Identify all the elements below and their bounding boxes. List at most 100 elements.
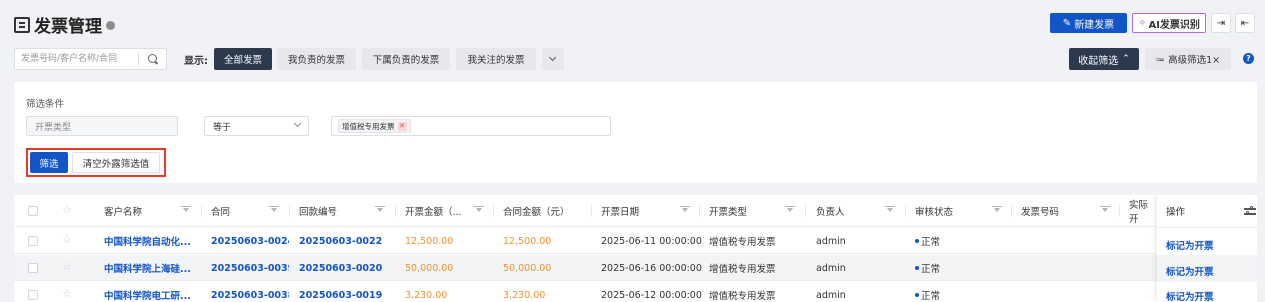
customer-name-link[interactable]: 中国科学院上海硅... <box>104 255 199 281</box>
contract-link[interactable]: 20250603-0024... <box>211 228 289 254</box>
review-status: 正常 <box>915 255 940 281</box>
filter-operator-select[interactable]: 等于 <box>204 116 309 136</box>
column-divider <box>905 205 906 217</box>
column-filter-icon[interactable] <box>785 206 795 212</box>
chevron-down-icon <box>548 53 557 62</box>
column-invoice-no[interactable]: 发票号码 <box>1021 195 1059 227</box>
review-status: 正常 <box>915 282 940 302</box>
column-invoice-date[interactable]: 开票日期 <box>601 195 639 227</box>
help-circle-icon[interactable]: ? <box>1243 53 1254 64</box>
invoice-date: 2025-06-12 00:00:00 <box>601 289 702 301</box>
payment-no-link[interactable]: 20250603-0022 <box>299 228 394 254</box>
tab-my-invoices[interactable]: 我负责的发票 <box>277 48 356 70</box>
review-status: 正常 <box>915 228 940 254</box>
export-icon[interactable]: ⇤ <box>1235 13 1255 33</box>
filter-icon: ⩴ <box>1155 53 1165 65</box>
column-payment-no[interactable]: 回款编号 <box>299 195 337 227</box>
column-divider <box>1011 205 1012 217</box>
column-divider <box>493 205 494 217</box>
table-header: ☆ 客户名称 合同 回款编号 开票金额（... 合同金额（元） 开票日期 开票类… <box>14 195 1257 227</box>
column-filter-icon[interactable] <box>885 206 895 212</box>
star-icon[interactable]: ☆ <box>62 287 72 300</box>
invoice-date: 2025-06-16 00:00:00 <box>601 262 702 274</box>
page-header: 发票管理 ✎ 新建发票 ✧ AI发票识别 ⇥ ⇤ <box>0 0 1265 44</box>
collapse-filter-button[interactable]: 收起筛选 ⌃ <box>1069 48 1139 70</box>
tab-all-invoices[interactable]: 全部发票 <box>214 48 272 70</box>
filter-value-input[interactable]: 增值税专用发票 ✕ <box>331 116 611 136</box>
column-divider <box>591 205 592 217</box>
row-checkbox[interactable] <box>28 236 38 246</box>
mark-invoiced-link[interactable]: 标记为开票 <box>1166 283 1214 302</box>
payment-no-link[interactable]: 20250603-0019 <box>299 282 394 302</box>
search-icon[interactable] <box>148 54 157 63</box>
search-input[interactable] <box>15 49 137 69</box>
status-dot-icon <box>915 293 919 297</box>
tab-subordinate-invoices[interactable]: 下属负责的发票 <box>362 48 450 70</box>
payment-no-link[interactable]: 20250603-0020 <box>299 255 394 281</box>
help-icon[interactable] <box>106 21 115 30</box>
tab-followed-invoices[interactable]: 我关注的发票 <box>456 48 536 70</box>
new-invoice-button[interactable]: ✎ 新建发票 <box>1050 13 1127 33</box>
column-divider <box>805 205 806 217</box>
column-owner[interactable]: 负责人 <box>816 195 845 227</box>
column-filter-icon[interactable] <box>992 206 1002 212</box>
star-icon: ☆ <box>62 203 72 216</box>
title-wrap: 发票管理 <box>14 12 115 37</box>
contract-link[interactable]: 20250603-0039 <box>211 255 289 281</box>
contract-link[interactable]: 20250603-0038 <box>211 282 289 302</box>
row-checkbox[interactable] <box>28 290 38 300</box>
invoice-date: 2025-06-11 00:00:00 <box>601 235 702 247</box>
row-checkbox[interactable] <box>28 263 38 273</box>
import-icon[interactable]: ⇥ <box>1211 13 1231 33</box>
column-invoice-type[interactable]: 开票类型 <box>709 195 747 227</box>
column-filter-icon[interactable] <box>375 206 385 212</box>
table-row[interactable]: ☆ 中国科学院自动化... 20250603-0024... 20250603-… <box>14 228 1257 254</box>
column-filter-icon[interactable] <box>181 206 191 212</box>
owner: admin <box>816 289 846 301</box>
edit-icon: ✎ <box>1062 17 1072 29</box>
column-filter-icon[interactable] <box>1100 206 1110 212</box>
customer-name-link[interactable]: 中国科学院自动化... <box>104 228 199 254</box>
advanced-filter-button[interactable]: ⩴ 高级筛选1× <box>1145 48 1231 70</box>
column-settings-icon[interactable] <box>1244 205 1256 217</box>
owner: admin <box>816 235 846 247</box>
column-divider <box>1119 205 1120 217</box>
apply-filter-button[interactable]: 筛选 <box>30 152 68 173</box>
clear-filter-button[interactable]: 清空外露筛选值 <box>72 152 160 173</box>
filter-panel: 筛选条件 开票类型 等于 增值税专用发票 ✕ 筛选 清空外露筛选值 <box>14 82 1257 183</box>
contract-amount: 12,500.00 <box>503 235 552 247</box>
column-divider <box>699 205 700 217</box>
display-label: 显示: <box>184 56 208 67</box>
search-box <box>14 48 167 70</box>
select-all-checkbox[interactable] <box>28 206 38 216</box>
column-invoice-amount[interactable]: 开票金额（... <box>405 195 462 227</box>
column-review-status[interactable]: 审核状态 <box>915 195 953 227</box>
column-filter-icon[interactable] <box>680 206 690 212</box>
star-icon[interactable]: ☆ <box>62 233 72 246</box>
column-filter-icon[interactable] <box>269 206 279 212</box>
column-divider <box>395 205 396 217</box>
more-tabs-button[interactable] <box>542 48 564 70</box>
contract-amount: 50,000.00 <box>503 262 552 274</box>
search-divider <box>138 52 139 66</box>
customer-name-link[interactable]: 中国科学院电工研... <box>104 282 199 302</box>
table-row[interactable]: ☆ 中国科学院上海硅... 20250603-0039 20250603-002… <box>14 255 1257 281</box>
column-contract[interactable]: 合同 <box>211 195 230 227</box>
column-contract-amount[interactable]: 合同金额（元） <box>503 195 570 227</box>
chevron-down-icon <box>293 119 302 128</box>
star-icon[interactable]: ☆ <box>62 260 72 273</box>
table-row[interactable]: ☆ 中国科学院电工研... 20250603-0038 20250603-001… <box>14 282 1257 302</box>
remove-tag-icon[interactable]: ✕ <box>397 121 407 131</box>
invoice-type: 增值税专用发票 <box>709 264 776 275</box>
invoice-list-icon <box>14 16 30 33</box>
filter-section-label: 筛选条件 <box>26 99 65 110</box>
filter-field-select[interactable]: 开票类型 <box>26 116 178 136</box>
invoice-type: 增值税专用发票 <box>709 291 776 302</box>
column-operations: 操作 <box>1166 207 1186 218</box>
column-customer[interactable]: 客户名称 <box>104 195 142 227</box>
column-divider <box>201 205 202 217</box>
column-filter-icon[interactable] <box>474 206 484 212</box>
mark-invoiced-link[interactable]: 标记为开票 <box>1166 258 1214 284</box>
column-actual-invoice[interactable]: 实际开 <box>1129 195 1157 227</box>
ai-invoice-recognition-button[interactable]: ✧ AI发票识别 <box>1132 13 1206 33</box>
